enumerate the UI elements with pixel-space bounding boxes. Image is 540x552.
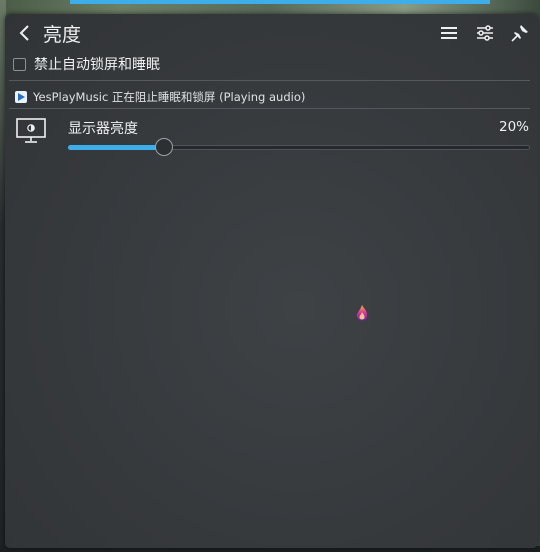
panel-accent-bar [70, 0, 490, 4]
monitor-brightness-icon [16, 118, 46, 144]
brightness-slider[interactable] [68, 138, 530, 156]
page-title: 亮度 [43, 24, 82, 46]
slider-handle[interactable] [155, 138, 173, 156]
back-button[interactable] [15, 22, 33, 44]
yesplaymusic-app-icon [15, 91, 27, 103]
slider-fill [68, 145, 164, 150]
inhibit-sleep-checkbox[interactable] [13, 57, 26, 71]
chevron-left-icon [19, 25, 29, 41]
brightness-percent: 20% [498, 119, 529, 135]
inhibit-sleep-label: 禁止自动锁屏和睡眠 [34, 57, 160, 73]
inhibition-text: YesPlayMusic 正在阻止睡眠和锁屏 (Playing audio) [33, 90, 306, 104]
flame-cursor-icon [356, 305, 368, 321]
inhibition-notice: YesPlayMusic 正在阻止睡眠和锁屏 (Playing audio) [15, 88, 305, 106]
brightness-popup: 亮度 禁止自动锁屏和睡眠 YesPlayMusic 正在阻止睡眠和锁屏 (Pla… [5, 14, 538, 548]
popup-header: 亮度 [5, 14, 538, 52]
play-icon [18, 93, 25, 101]
hamburger-icon [441, 27, 457, 39]
inhibit-sleep-checkbox-row[interactable]: 禁止自动锁屏和睡眠 [13, 54, 160, 74]
divider [9, 108, 530, 109]
sliders-icon [477, 25, 493, 41]
divider [9, 80, 530, 81]
pin-icon [511, 25, 528, 42]
configure-button[interactable] [474, 22, 496, 44]
pin-button[interactable] [509, 22, 531, 44]
menu-button[interactable] [438, 22, 460, 44]
display-brightness-label: 显示器亮度 [68, 121, 138, 137]
